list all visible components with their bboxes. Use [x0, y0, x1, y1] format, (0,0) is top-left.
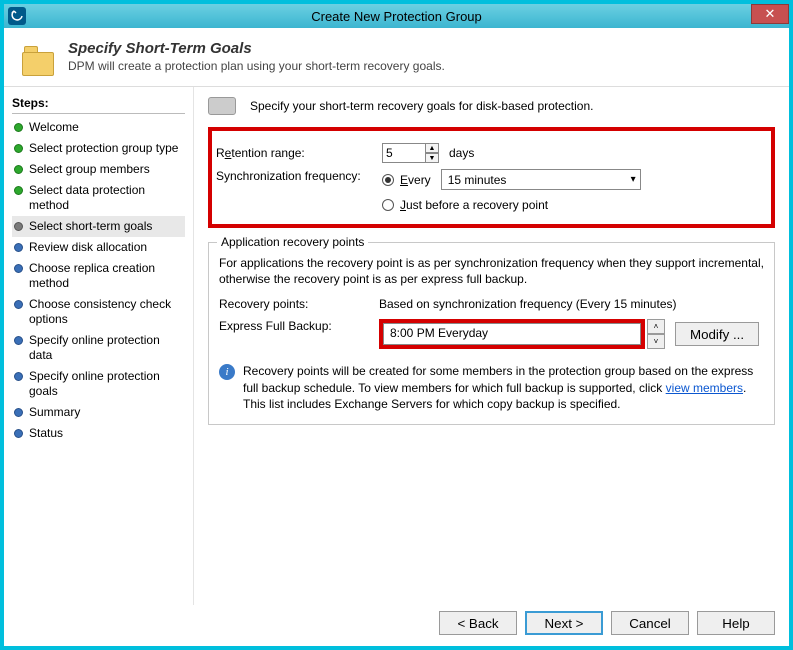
sync-interval-value: 15 minutes — [448, 173, 507, 187]
step-5[interactable]: Review disk allocation — [12, 237, 185, 258]
step-4[interactable]: Select short-term goals — [12, 216, 185, 237]
step-bullet-icon — [14, 243, 23, 252]
step-9[interactable]: Specify online protection goals — [12, 366, 185, 402]
step-bullet-icon — [14, 336, 23, 345]
list-scroll-up[interactable]: ˄ — [647, 319, 665, 334]
group-desc: For applications the recovery point is a… — [219, 255, 764, 287]
info-icon: i — [219, 364, 235, 380]
disk-icon — [208, 97, 236, 115]
group-title: Application recovery points — [217, 235, 368, 249]
titlebar: Create New Protection Group ✕ — [4, 4, 789, 28]
step-label: Review disk allocation — [29, 240, 147, 255]
express-full-value: 8:00 PM Everyday — [390, 326, 488, 340]
step-bullet-icon — [14, 300, 23, 309]
step-bullet-icon — [14, 123, 23, 132]
step-label: Summary — [29, 405, 80, 420]
step-label: Welcome — [29, 120, 79, 135]
step-label: Select group members — [29, 162, 150, 177]
step-bullet-icon — [14, 264, 23, 273]
step-label: Select protection group type — [29, 141, 178, 156]
step-0[interactable]: Welcome — [12, 117, 185, 138]
sync-every-radio[interactable] — [382, 174, 394, 186]
step-label: Specify online protection goals — [29, 369, 183, 399]
folder-icon — [22, 40, 58, 76]
steps-sidebar: Steps: Welcome Select protection group ty… — [4, 87, 194, 605]
sync-label: Synchronization frequency: — [212, 169, 382, 183]
step-6[interactable]: Choose replica creation method — [12, 258, 185, 294]
window-frame: Create New Protection Group ✕ Specify Sh… — [0, 0, 793, 650]
view-members-link[interactable]: view members — [666, 381, 743, 395]
sync-interval-select[interactable]: 15 minutes ▾ — [441, 169, 641, 190]
spinner-down-icon[interactable]: ▼ — [425, 153, 439, 163]
step-10[interactable]: Summary — [12, 402, 185, 423]
page-title: Specify Short-Term Goals — [68, 40, 445, 57]
spinner-up-icon[interactable]: ▲ — [425, 143, 439, 153]
step-2[interactable]: Select group members — [12, 159, 185, 180]
step-11[interactable]: Status — [12, 423, 185, 444]
recovery-points-group: Application recovery points For applicat… — [208, 242, 775, 425]
back-button[interactable]: < Back — [439, 611, 517, 635]
page-header: Specify Short-Term Goals DPM will create… — [4, 28, 789, 87]
next-button[interactable]: Next > — [525, 611, 603, 635]
cancel-button[interactable]: Cancel — [611, 611, 689, 635]
recovery-points-label: Recovery points: — [219, 297, 379, 311]
retention-spinner[interactable]: ▲ ▼ — [425, 143, 439, 163]
step-bullet-icon — [14, 408, 23, 417]
help-button[interactable]: Help — [697, 611, 775, 635]
express-full-label: Express Full Backup: — [219, 319, 379, 333]
steps-heading: Steps: — [12, 93, 185, 114]
step-bullet-icon — [14, 186, 23, 195]
step-bullet-icon — [14, 222, 23, 231]
sync-every-label: Every — [400, 173, 431, 187]
step-label: Specify online protection data — [29, 333, 183, 363]
step-1[interactable]: Select protection group type — [12, 138, 185, 159]
step-label: Select data protection method — [29, 183, 183, 213]
step-7[interactable]: Choose consistency check options — [12, 294, 185, 330]
window-title: Create New Protection Group — [4, 9, 789, 24]
retention-sync-highlight: Retention range: ▲ ▼ days Synchronizatio… — [208, 127, 775, 228]
recovery-points-value: Based on synchronization frequency (Ever… — [379, 297, 677, 311]
retention-label: Retention range: — [212, 146, 382, 160]
page-subtitle: DPM will create a protection plan using … — [68, 59, 445, 73]
retention-input[interactable] — [382, 143, 426, 163]
info-text: Recovery points will be created for some… — [243, 363, 764, 412]
step-3[interactable]: Select data protection method — [12, 180, 185, 216]
chevron-down-icon: ▾ — [631, 174, 636, 185]
main-panel: Specify your short-term recovery goals f… — [194, 87, 789, 605]
list-scroll-down[interactable]: ˅ — [647, 334, 665, 349]
sync-just-before-radio[interactable] — [382, 199, 394, 211]
step-label: Choose replica creation method — [29, 261, 183, 291]
wizard-footer: < Back Next > Cancel Help — [8, 606, 785, 640]
sync-just-before-label: Just before a recovery point — [400, 198, 548, 212]
modify-button[interactable]: Modify ... — [675, 322, 759, 346]
close-button[interactable]: ✕ — [751, 4, 789, 24]
step-bullet-icon — [14, 144, 23, 153]
step-label: Select short-term goals — [29, 219, 152, 234]
intro-text: Specify your short-term recovery goals f… — [250, 99, 593, 113]
step-bullet-icon — [14, 165, 23, 174]
express-full-highlight: 8:00 PM Everyday — [379, 319, 645, 349]
close-icon: ✕ — [765, 6, 776, 22]
step-bullet-icon — [14, 429, 23, 438]
step-label: Choose consistency check options — [29, 297, 183, 327]
express-full-listbox[interactable]: 8:00 PM Everyday — [383, 323, 641, 345]
retention-unit: days — [449, 146, 474, 160]
step-8[interactable]: Specify online protection data — [12, 330, 185, 366]
step-label: Status — [29, 426, 63, 441]
step-bullet-icon — [14, 372, 23, 381]
